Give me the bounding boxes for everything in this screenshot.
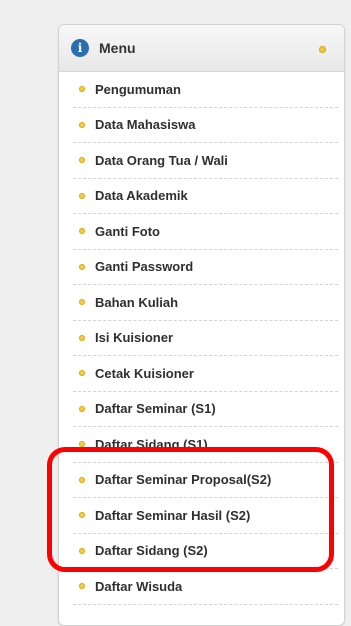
menu-item-data-akademik[interactable]: Data Akademik: [73, 179, 338, 214]
menu-item-label: Daftar Seminar Hasil (S2): [95, 507, 251, 523]
bullet-icon: [79, 121, 85, 128]
menu-item-daftar-sidang-s1[interactable]: Daftar Sidang (S1): [73, 427, 338, 463]
menu-panel: i Menu Pengumuman Data Mahasiswa Data Or…: [58, 24, 345, 626]
bullet-icon: [79, 476, 85, 483]
bullet-icon: [79, 441, 85, 448]
menu-item-label: Daftar Wisuda: [95, 578, 183, 594]
menu-item-data-mahasiswa[interactable]: Data Mahasiswa: [73, 108, 338, 143]
menu-item-label: Bahan Kuliah: [95, 294, 179, 310]
menu-item-ganti-foto[interactable]: Ganti Foto: [73, 214, 338, 250]
bullet-icon: [79, 299, 85, 306]
menu-list: Pengumuman Data Mahasiswa Data Orang Tua…: [59, 72, 344, 605]
menu-header: i Menu: [59, 25, 344, 72]
info-icon: i: [71, 39, 89, 57]
header-dot-icon[interactable]: [319, 46, 326, 53]
bullet-icon: [79, 192, 85, 199]
bullet-icon: [79, 512, 85, 519]
menu-item-label: Data Akademik: [95, 188, 188, 204]
menu-item-label: Daftar Seminar Proposal(S2): [95, 472, 272, 488]
bullet-icon: [79, 263, 85, 270]
menu-item-bahan-kuliah[interactable]: Bahan Kuliah: [73, 285, 338, 321]
menu-item-ganti-password[interactable]: Ganti Password: [73, 250, 338, 285]
bullet-icon: [79, 583, 85, 590]
menu-item-daftar-wisuda[interactable]: Daftar Wisuda: [73, 569, 338, 605]
menu-item-pengumuman[interactable]: Pengumuman: [73, 72, 338, 108]
bullet-icon: [79, 86, 85, 93]
bullet-icon: [79, 405, 85, 412]
bullet-icon: [79, 334, 85, 341]
menu-item-daftar-sidang-s2[interactable]: Daftar Sidang (S2): [73, 534, 338, 569]
menu-title: Menu: [99, 40, 136, 56]
menu-item-cetak-kuisioner[interactable]: Cetak Kuisioner: [73, 356, 338, 392]
menu-item-daftar-seminar-proposal-s2[interactable]: Daftar Seminar Proposal(S2): [73, 463, 338, 498]
menu-item-daftar-seminar-hasil-s2[interactable]: Daftar Seminar Hasil (S2): [73, 498, 338, 534]
bullet-icon: [79, 228, 85, 235]
menu-item-label: Daftar Sidang (S1): [95, 436, 208, 452]
menu-item-data-orang-tua[interactable]: Data Orang Tua / Wali: [73, 143, 338, 179]
menu-item-label: Pengumuman: [95, 81, 181, 97]
menu-item-label: Data Orang Tua / Wali: [95, 152, 228, 168]
menu-item-label: Isi Kuisioner: [95, 330, 174, 346]
menu-item-label: Ganti Foto: [95, 223, 160, 239]
bullet-icon: [79, 157, 85, 164]
menu-item-label: Daftar Sidang (S2): [95, 543, 208, 559]
bullet-icon: [79, 370, 85, 377]
menu-item-isi-kuisioner[interactable]: Isi Kuisioner: [73, 321, 338, 356]
bullet-icon: [79, 547, 85, 554]
menu-item-label: Daftar Seminar (S1): [95, 401, 216, 417]
menu-item-label: Ganti Password: [95, 259, 194, 275]
menu-item-daftar-seminar-s1[interactable]: Daftar Seminar (S1): [73, 392, 338, 427]
menu-item-label: Cetak Kuisioner: [95, 365, 194, 381]
menu-item-label: Data Mahasiswa: [95, 117, 196, 133]
